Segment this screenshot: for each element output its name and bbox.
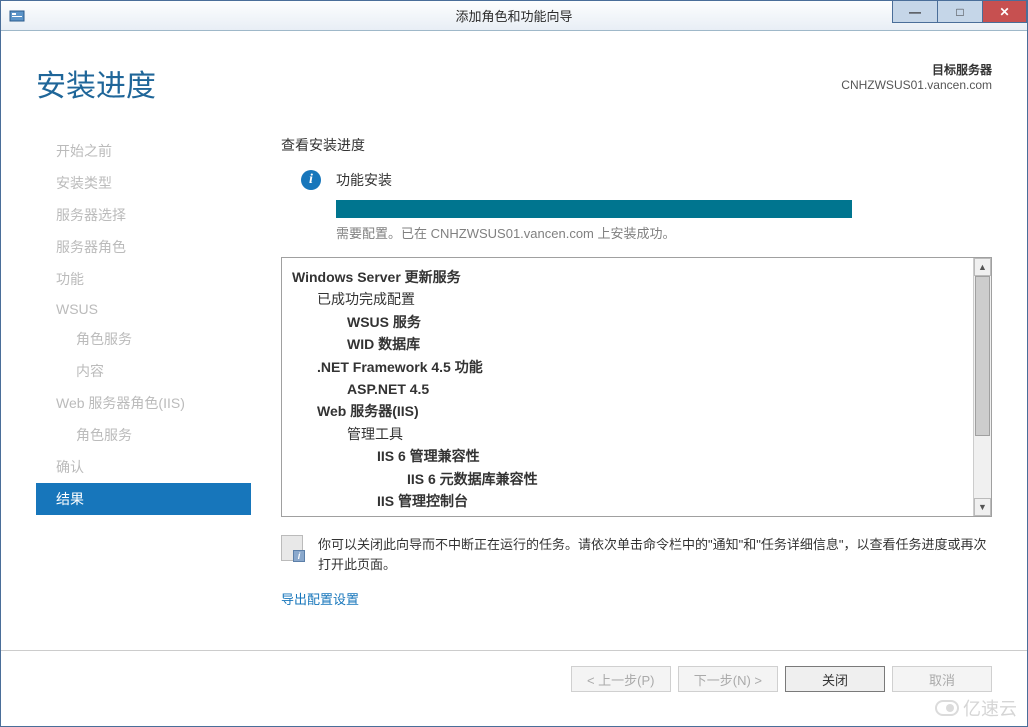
section-label: 查看安装进度 (281, 135, 992, 155)
scroll-track[interactable] (974, 276, 991, 498)
sidebar-item-server-select: 服务器选择 (36, 199, 251, 231)
result-line: ASP.NET 4.5 (292, 378, 963, 400)
cancel-button: 取消 (892, 666, 992, 692)
page-title: 安装进度 (36, 61, 156, 105)
result-line: IIS 管理控制台 (292, 490, 963, 512)
maximize-button[interactable]: □ (937, 1, 982, 23)
flag-icon: i (281, 535, 303, 561)
sidebar-item-wsus: WSUS (36, 295, 251, 323)
window-controls: — □ ✕ (892, 1, 1027, 23)
wizard-sidebar: 开始之前 安装类型 服务器选择 服务器角色 功能 WSUS 角色服务 内容 We… (36, 135, 251, 608)
results-box: Windows Server 更新服务 已成功完成配置 WSUS 服务 WID … (281, 257, 992, 517)
hint-text: 你可以关闭此向导而不中断正在运行的任务。请依次单击命令栏中的"通知"和"任务详细… (318, 535, 992, 574)
sidebar-item-role-services-1: 角色服务 (36, 323, 251, 355)
scrollbar[interactable]: ▲ ▼ (973, 258, 991, 516)
status-row: i 功能安装 (281, 170, 992, 190)
sidebar-item-server-roles: 服务器角色 (36, 231, 251, 263)
progress-bar (336, 200, 852, 218)
result-line: WID 数据库 (292, 333, 963, 355)
status-title: 功能安装 (336, 170, 392, 190)
result-line: IIS 6 元数据库兼容性 (292, 468, 963, 490)
result-line: IIS 6 管理兼容性 (292, 445, 963, 467)
scroll-down-arrow[interactable]: ▼ (974, 498, 991, 516)
result-line: Windows Server 更新服务 (292, 266, 963, 288)
button-row: < 上一步(P) 下一步(N) > 关闭 取消 (1, 651, 1027, 702)
info-badge-icon: i (293, 550, 305, 562)
target-label: 目标服务器 (841, 61, 992, 78)
status-message: 需要配置。已在 CNHZWSUS01.vancen.com 上安装成功。 (281, 223, 992, 242)
result-line: WSUS 服务 (292, 311, 963, 333)
target-info: 目标服务器 CNHZWSUS01.vancen.com (841, 61, 992, 92)
scroll-up-arrow[interactable]: ▲ (974, 258, 991, 276)
next-button: 下一步(N) > (678, 666, 778, 692)
result-line: 已成功完成配置 (292, 288, 963, 310)
info-icon: i (301, 170, 321, 190)
result-line: Web 服务器(IIS) (292, 400, 963, 422)
close-button[interactable]: 关闭 (785, 666, 885, 692)
sidebar-item-content: 内容 (36, 355, 251, 387)
result-line: 管理工具 (292, 423, 963, 445)
results-content: Windows Server 更新服务 已成功完成配置 WSUS 服务 WID … (282, 258, 973, 516)
watermark-icon (935, 700, 959, 716)
target-server: CNHZWSUS01.vancen.com (841, 78, 992, 92)
sidebar-item-confirm: 确认 (36, 451, 251, 483)
scroll-thumb[interactable] (975, 276, 990, 436)
export-config-link[interactable]: 导出配置设置 (281, 589, 359, 608)
close-window-button[interactable]: ✕ (982, 1, 1027, 23)
content-area: 安装进度 目标服务器 CNHZWSUS01.vancen.com 开始之前 安装… (1, 31, 1027, 628)
sidebar-item-start: 开始之前 (36, 135, 251, 167)
app-icon (9, 8, 25, 24)
sidebar-item-iis: Web 服务器角色(IIS) (36, 387, 251, 419)
sidebar-item-role-services-2: 角色服务 (36, 419, 251, 451)
header-row: 安装进度 目标服务器 CNHZWSUS01.vancen.com (36, 61, 992, 115)
hint-row: i 你可以关闭此向导而不中断正在运行的任务。请依次单击命令栏中的"通知"和"任务… (281, 535, 992, 574)
sidebar-item-results: 结果 (36, 483, 251, 515)
result-line: .NET Framework 4.5 功能 (292, 356, 963, 378)
prev-button: < 上一步(P) (571, 666, 671, 692)
window-title: 添加角色和功能向导 (455, 6, 572, 25)
main-panel: 查看安装进度 i 功能安装 需要配置。已在 CNHZWSUS01.vancen.… (251, 135, 992, 608)
sidebar-item-features: 功能 (36, 263, 251, 295)
sidebar-item-install-type: 安装类型 (36, 167, 251, 199)
titlebar: 添加角色和功能向导 — □ ✕ (1, 1, 1027, 31)
minimize-button[interactable]: — (892, 1, 937, 23)
